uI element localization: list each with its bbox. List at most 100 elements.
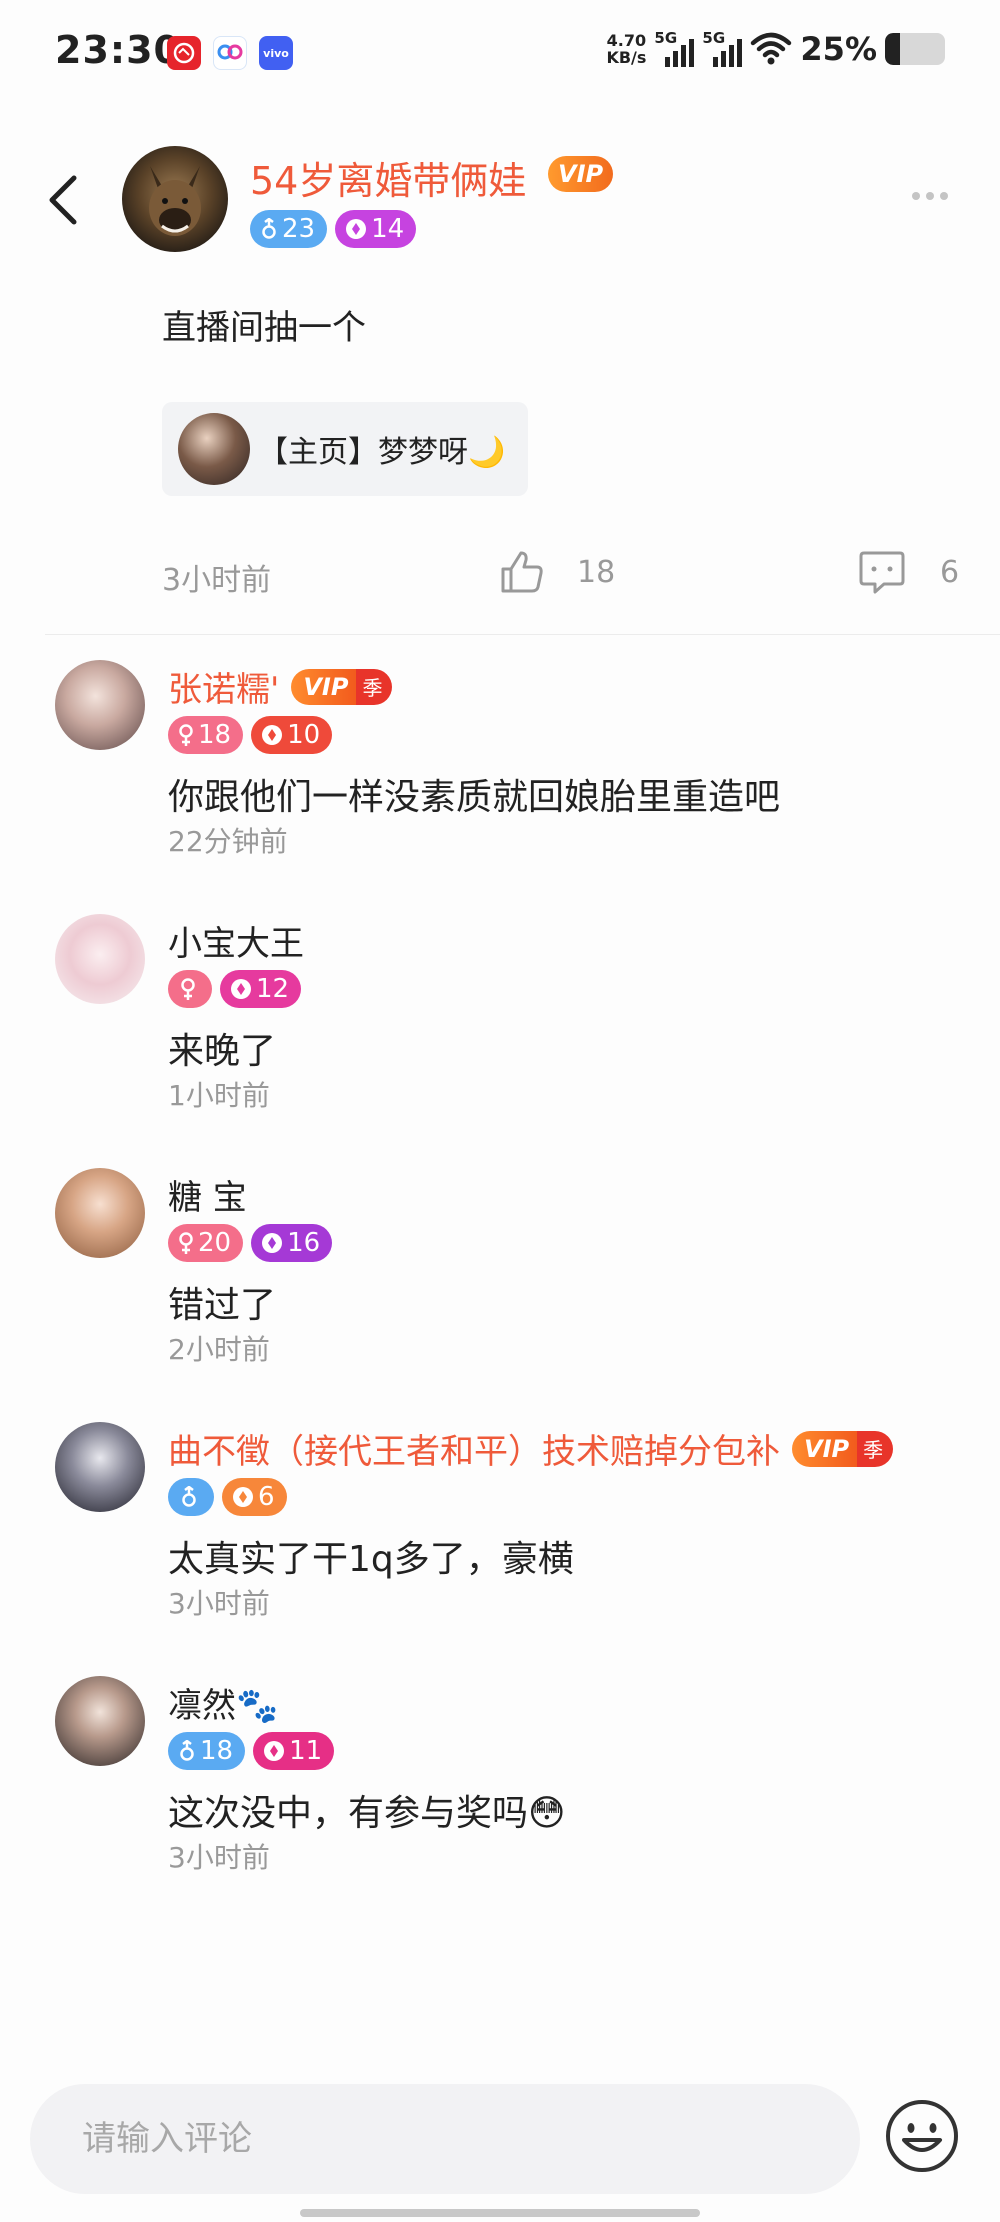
- comment-item: 小宝大王 12 来晚了 1小时前: [0, 914, 1000, 1134]
- male-badge: [168, 1478, 214, 1516]
- level-badge: 12: [220, 970, 302, 1008]
- profile-link-card[interactable]: 【主页】梦梦呀🌙: [162, 402, 528, 496]
- level-icon: [231, 979, 251, 999]
- status-time: 23:30: [55, 28, 181, 72]
- comment-input[interactable]: [82, 2084, 822, 2194]
- comment-count: 6: [940, 555, 960, 590]
- level-badge: 10: [251, 716, 333, 754]
- comment-icon[interactable]: [857, 547, 907, 597]
- back-arrow-icon[interactable]: [40, 170, 90, 230]
- commenter-badges: 18 10: [168, 716, 333, 754]
- network-speed-unit: KB/s: [606, 48, 647, 67]
- like-count: 18: [577, 555, 616, 590]
- post-meta: 3小时前 18 6: [162, 551, 962, 598]
- network-speed: 4.70 KB/s: [606, 32, 646, 66]
- commenter-avatar[interactable]: [55, 660, 145, 750]
- comment-item: 张诺糯' VIP 季 18 10 你跟他们一样没素质就回娘胎里重造吧 22分钟前: [0, 660, 1000, 880]
- age-value: 20: [198, 1228, 232, 1258]
- network-speed-value: 4.70: [606, 31, 647, 50]
- commenter-name-text: 凛然🐾: [168, 1686, 279, 1726]
- comment-time: 3小时前: [168, 1841, 270, 1874]
- commenter-avatar[interactable]: [55, 1168, 145, 1258]
- vivo-icon: vivo: [259, 36, 293, 70]
- emoji-icon[interactable]: [884, 2098, 960, 2174]
- commenter-name[interactable]: 糖 宝: [168, 1170, 247, 1219]
- season-label: 季: [356, 668, 393, 705]
- level-value: 16: [287, 1228, 321, 1258]
- female-icon: [179, 724, 193, 746]
- age-value: 18: [200, 1736, 234, 1766]
- comment-time: 1小时前: [168, 1079, 270, 1112]
- commenter-badges: 12: [168, 970, 302, 1008]
- status-right: 4.70 KB/s 5G 5G 25%: [606, 29, 945, 68]
- card-avatar: [178, 413, 250, 485]
- battery-percent: 25%: [800, 30, 877, 68]
- commenter-name[interactable]: 凛然🐾: [168, 1678, 278, 1727]
- level-badge: 6: [222, 1478, 287, 1516]
- commenter-name-text: 张诺糯': [168, 670, 280, 710]
- comment-item: 凛然🐾 18 11 这次没中，有参与奖吗😳 3小时前: [0, 1676, 1000, 1896]
- comment-text: 太真实了干1q多了，豪横: [168, 1539, 574, 1580]
- commenter-badges: 6: [168, 1478, 287, 1516]
- commenter-name-text: 糖 宝: [168, 1178, 247, 1218]
- level-badge: 16: [251, 1224, 333, 1262]
- thumbs-up-icon[interactable]: [497, 547, 547, 597]
- male-age-badge: 23: [250, 210, 328, 248]
- vip-season-badge: VIP 季: [792, 1430, 894, 1467]
- comment-time: 22分钟前: [168, 825, 288, 858]
- comment-text: 这次没中，有参与奖吗😳: [168, 1793, 566, 1834]
- level-icon: [262, 725, 283, 745]
- level-badge: 14: [335, 210, 417, 248]
- card-text: 【主页】梦梦呀🌙: [258, 435, 506, 470]
- comment-item: 曲不徵（接代王者和平）技术赔掉分包补 VIP 季 6 太真实了干1q多了，豪横 3…: [0, 1422, 1000, 1642]
- pinduoduo-icon: [167, 36, 201, 70]
- female-age-badge: 20: [168, 1224, 244, 1262]
- vip-badge: VIP: [548, 156, 614, 192]
- comment-input-wrapper: [30, 2084, 860, 2194]
- level-value: 12: [256, 974, 290, 1004]
- female-badge: [168, 970, 212, 1008]
- commenter-avatar[interactable]: [55, 914, 145, 1004]
- status-bar: 23:30 vivo 4.70 KB/s 5G 5G 25%: [0, 0, 1000, 110]
- status-app-icons: vivo: [167, 36, 293, 70]
- male-icon: [262, 218, 276, 239]
- vip-label: VIP: [291, 668, 357, 705]
- commenter-name-text: 小宝大王: [168, 924, 304, 964]
- commenter-badges: 18 11: [168, 1732, 335, 1770]
- age-value: 18: [198, 720, 232, 750]
- female-icon: [179, 1232, 193, 1254]
- level-icon: [262, 1233, 283, 1253]
- comment-time: 2小时前: [168, 1333, 270, 1366]
- commenter-name[interactable]: 张诺糯' VIP 季: [168, 662, 393, 711]
- commenter-name-text: 曲不徵（接代王者和平）技术赔掉分包补: [168, 1432, 780, 1472]
- level-value: 6: [258, 1482, 275, 1512]
- commenter-name[interactable]: 曲不徵（接代王者和平）技术赔掉分包补 VIP 季: [168, 1424, 894, 1473]
- post-time: 3小时前: [162, 563, 272, 598]
- male-age-badge: 18: [168, 1732, 246, 1770]
- comment-text: 错过了: [168, 1285, 277, 1326]
- commenter-badges: 20 16: [168, 1224, 333, 1262]
- male-icon: [180, 1740, 194, 1761]
- vip-season-badge: VIP 季: [291, 668, 393, 705]
- wifi-icon: [751, 32, 792, 65]
- vip-label: VIP: [792, 1430, 858, 1467]
- commenter-name[interactable]: 小宝大王: [168, 916, 304, 965]
- commenter-avatar[interactable]: [55, 1422, 145, 1512]
- comment-time: 3小时前: [168, 1587, 270, 1620]
- battery-icon: [885, 33, 945, 65]
- home-indicator[interactable]: [300, 2209, 700, 2217]
- season-label: 季: [857, 1430, 894, 1467]
- level-icon: [264, 1741, 285, 1761]
- comment-text: 你跟他们一样没素质就回娘胎里重造吧: [168, 777, 781, 818]
- female-icon: [181, 978, 195, 1000]
- post-author-name[interactable]: 54岁离婚带俩娃: [250, 150, 526, 205]
- baidu-netdisk-icon: [213, 36, 247, 70]
- signal-1-icon: 5G: [654, 29, 695, 67]
- commenter-avatar[interactable]: [55, 1676, 145, 1766]
- level-icon: [346, 219, 367, 239]
- comment-item: 糖 宝 20 16 错过了 2小时前: [0, 1168, 1000, 1388]
- author-avatar[interactable]: [122, 146, 228, 252]
- more-options-icon[interactable]: [912, 192, 948, 200]
- level-badge: 11: [253, 1732, 335, 1770]
- post-text: 直播间抽一个: [162, 308, 366, 348]
